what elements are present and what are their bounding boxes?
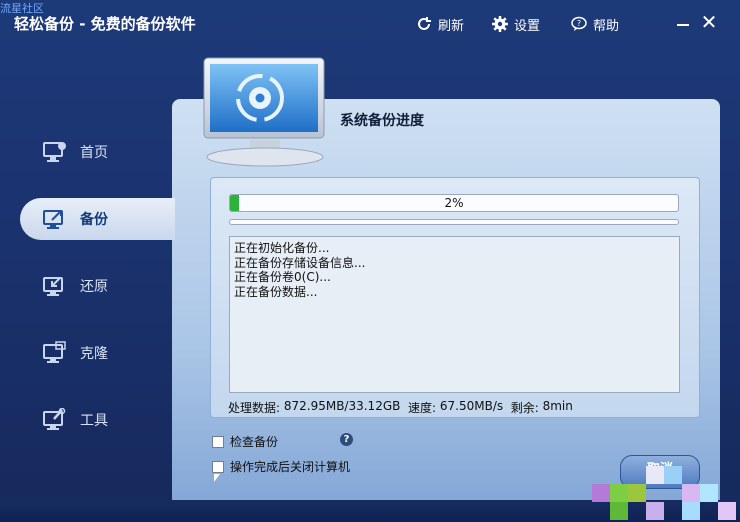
help-label: 帮助 [593,18,620,34]
speed-label: 速度: [408,401,440,415]
refresh-icon [415,15,433,33]
backup-monitor-icon [42,207,68,231]
verify-backup-option[interactable]: 检查备份 [212,433,278,450]
secondary-progress-bar [229,219,679,225]
remaining-value: 8min [542,399,573,413]
refresh-button[interactable]: 刷新 [415,14,464,34]
speed-label [400,399,408,416]
app-title: 轻松备份 - 免费的备份软件 [14,15,196,33]
title-bar: 轻松备份 - 免费的备份软件 刷新 设置 ? 帮助 ✕ [0,0,740,46]
help-button[interactable]: ? 帮助 [570,14,619,34]
shutdown-after-option[interactable]: 操作完成后关闭计算机 [212,458,350,475]
sidebar-item-tools[interactable]: 工具 [20,399,175,441]
log-line: 正在备份数据... [234,284,318,299]
backup-monitor-illustration [200,56,330,168]
mouse-cursor-icon [214,474,220,482]
close-button[interactable]: ✕ [700,12,718,34]
sidebar-item-restore[interactable]: 还原 [20,265,175,307]
verify-backup-checkbox[interactable] [212,435,224,448]
sidebar-item-label: 备份 [80,212,108,228]
sidebar-item-clone[interactable]: 克隆 [20,332,175,374]
log-box: 正在初始化备份... 正在备份存储设备信息... 正在备份卷0(C)... 正在… [229,236,680,393]
sidebar-item-label: 首页 [80,145,108,161]
log-line: 正在备份卷0(C)... [234,270,331,284]
processed-label: 处理数据: [228,401,284,415]
refresh-label: 刷新 [438,18,465,34]
svg-text:?: ? [577,19,581,28]
minimize-button[interactable] [674,12,692,34]
progress-bar: 2% [229,194,679,212]
remaining-label: 剩余: [510,401,543,415]
restore-monitor-icon [42,274,68,298]
verify-backup-label: 检查备份 [230,435,279,449]
progress-text: 2% [444,196,464,210]
processed-value: 872.95MB/33.12GB [283,399,401,413]
watermark-text: 流星社区 [0,2,44,15]
settings-label: 设置 [514,18,541,34]
sidebar-item-label: 工具 [80,413,108,429]
help-bubble-icon: ? [570,15,588,33]
speed-value: 67.50MB/s [439,399,504,413]
sidebar-item-label: 克隆 [80,346,108,362]
tools-monitor-icon [42,408,68,432]
stats-line: 处理数据: 872.95MB/33.12GB 速度: 67.50MB/s 剩余:… [228,399,573,416]
panel-title: 系统备份进度 [340,113,424,129]
sidebar-item-home[interactable]: 首页 [20,131,175,173]
home-monitor-icon [42,140,68,164]
shutdown-after-checkbox[interactable] [212,460,224,473]
question-icon[interactable]: ? [340,433,353,446]
log-line: 正在初始化备份... [234,241,330,255]
log-line: 正在备份存储设备信息... [234,255,366,270]
gear-icon [491,15,509,33]
mosaic-watermark [592,466,740,522]
shutdown-after-label: 操作完成后关闭计算机 [230,460,351,474]
sidebar-item-backup[interactable]: 备份 [20,198,175,240]
clone-monitor-icon [42,341,68,365]
sidebar-item-label: 还原 [80,279,108,295]
settings-button[interactable]: 设置 [491,14,540,34]
